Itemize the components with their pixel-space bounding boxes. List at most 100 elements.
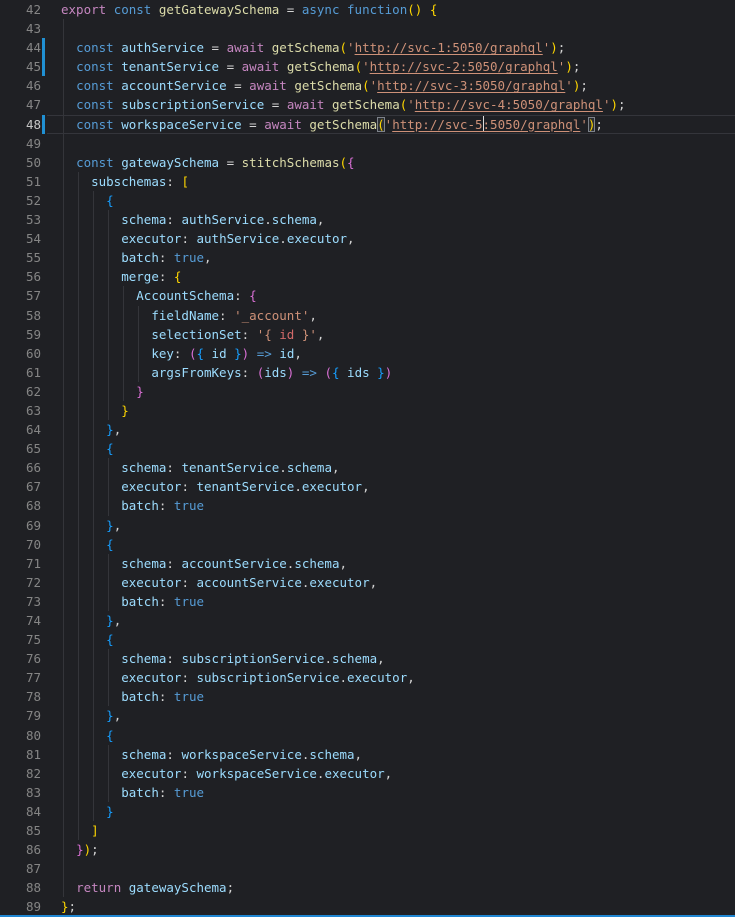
code-line[interactable]: 71 schema: accountService.schema, — [0, 554, 735, 573]
code-line[interactable]: 44 const authService = await getSchema('… — [0, 38, 735, 57]
line-number[interactable]: 74 — [0, 611, 41, 630]
code-line[interactable]: 75 { — [0, 630, 735, 649]
line-number[interactable]: 53 — [0, 210, 41, 229]
code-token: tenantService — [197, 479, 295, 494]
line-number[interactable]: 84 — [0, 802, 41, 821]
code-editor[interactable]: 42export const getGatewaySchema = async … — [0, 0, 735, 917]
code-line[interactable]: 79 }, — [0, 706, 735, 725]
code-line[interactable]: 63 } — [0, 401, 735, 420]
line-number[interactable]: 42 — [0, 0, 41, 19]
code-token: return — [76, 880, 121, 895]
line-number[interactable]: 61 — [0, 363, 41, 382]
line-number[interactable]: 49 — [0, 134, 41, 153]
code-line[interactable]: 82 executor: workspaceService.executor, — [0, 764, 735, 783]
line-number[interactable]: 64 — [0, 420, 41, 439]
line-number[interactable]: 45 — [0, 57, 41, 76]
code-line[interactable]: 86 }); — [0, 840, 735, 859]
line-number[interactable]: 50 — [0, 153, 41, 172]
line-number[interactable]: 73 — [0, 592, 41, 611]
code-line[interactable]: 59 selectionSet: '{ id }', — [0, 325, 735, 344]
code-line[interactable]: 55 batch: true, — [0, 248, 735, 267]
line-number[interactable]: 66 — [0, 458, 41, 477]
line-number[interactable]: 83 — [0, 783, 41, 802]
code-line[interactable]: 73 batch: true — [0, 592, 735, 611]
line-number[interactable]: 81 — [0, 745, 41, 764]
code-line[interactable]: 50 const gatewaySchema = stitchSchemas({ — [0, 153, 735, 172]
code-line[interactable]: 53 schema: authService.schema, — [0, 210, 735, 229]
code-line[interactable]: 67 executor: tenantService.executor, — [0, 477, 735, 496]
code-line[interactable]: 51 subschemas: [ — [0, 172, 735, 191]
code-line[interactable]: 81 schema: workspaceService.schema, — [0, 745, 735, 764]
code-line[interactable]: 74 }, — [0, 611, 735, 630]
line-number[interactable]: 72 — [0, 573, 41, 592]
line-number[interactable]: 77 — [0, 668, 41, 687]
code-line[interactable]: 58 fieldName: '_account', — [0, 306, 735, 325]
code-line[interactable]: 48 const workspaceService = await getSch… — [0, 115, 735, 134]
code-line[interactable]: 64 }, — [0, 420, 735, 439]
line-number[interactable]: 75 — [0, 630, 41, 649]
line-number[interactable]: 62 — [0, 382, 41, 401]
line-number[interactable]: 52 — [0, 191, 41, 210]
line-number[interactable]: 68 — [0, 496, 41, 515]
code-line[interactable]: 52 { — [0, 191, 735, 210]
line-number[interactable]: 67 — [0, 477, 41, 496]
line-number[interactable]: 69 — [0, 516, 41, 535]
code-line[interactable]: 42export const getGatewaySchema = async … — [0, 0, 735, 19]
code-line[interactable]: 83 batch: true — [0, 783, 735, 802]
line-number[interactable]: 79 — [0, 706, 41, 725]
code-line[interactable]: 78 batch: true — [0, 687, 735, 706]
line-number[interactable]: 56 — [0, 267, 41, 286]
line-number[interactable]: 58 — [0, 306, 41, 325]
line-number[interactable]: 85 — [0, 821, 41, 840]
line-number[interactable]: 70 — [0, 535, 41, 554]
code-line[interactable]: 84 } — [0, 802, 735, 821]
code-line[interactable]: 70 { — [0, 535, 735, 554]
code-line[interactable]: 66 schema: tenantService.schema, — [0, 458, 735, 477]
code-line[interactable]: 89}; — [0, 897, 735, 916]
code-line[interactable]: 46 const accountService = await getSchem… — [0, 76, 735, 95]
line-number[interactable]: 47 — [0, 95, 41, 114]
code-line[interactable]: 88 return gatewaySchema; — [0, 878, 735, 897]
code-line[interactable]: 45 const tenantService = await getSchema… — [0, 57, 735, 76]
code-line[interactable]: 69 }, — [0, 516, 735, 535]
code-line[interactable]: 68 batch: true — [0, 496, 735, 515]
code-line[interactable]: 77 executor: subscriptionService.executo… — [0, 668, 735, 687]
line-number[interactable]: 88 — [0, 878, 41, 897]
line-number[interactable]: 48 — [0, 115, 41, 134]
code-line[interactable]: 54 executor: authService.executor, — [0, 229, 735, 248]
line-number[interactable]: 86 — [0, 840, 41, 859]
line-number[interactable]: 57 — [0, 286, 41, 305]
code-line[interactable]: 43 — [0, 19, 735, 38]
line-number[interactable]: 43 — [0, 19, 41, 38]
line-number[interactable]: 76 — [0, 649, 41, 668]
code-line[interactable]: 87 — [0, 859, 735, 878]
line-number[interactable]: 80 — [0, 726, 41, 745]
code-line[interactable]: 47 const subscriptionService = await get… — [0, 95, 735, 114]
line-number[interactable]: 63 — [0, 401, 41, 420]
code-line[interactable]: 62 } — [0, 382, 735, 401]
line-number[interactable]: 60 — [0, 344, 41, 363]
code-line[interactable]: 76 schema: subscriptionService.schema, — [0, 649, 735, 668]
code-line[interactable]: 85 ] — [0, 821, 735, 840]
line-number[interactable]: 71 — [0, 554, 41, 573]
code-line[interactable]: 72 executor: accountService.executor, — [0, 573, 735, 592]
line-number[interactable]: 89 — [0, 897, 41, 916]
code-line[interactable]: 56 merge: { — [0, 267, 735, 286]
line-number[interactable]: 54 — [0, 229, 41, 248]
line-number[interactable]: 87 — [0, 859, 41, 878]
line-number[interactable]: 65 — [0, 439, 41, 458]
code-token: id — [279, 327, 294, 342]
code-line[interactable]: 57 AccountSchema: { — [0, 286, 735, 305]
line-number[interactable]: 78 — [0, 687, 41, 706]
line-number[interactable]: 82 — [0, 764, 41, 783]
code-line[interactable]: 49 — [0, 134, 735, 153]
line-number[interactable]: 44 — [0, 38, 41, 57]
line-number[interactable]: 51 — [0, 172, 41, 191]
code-line[interactable]: 80 { — [0, 726, 735, 745]
code-line[interactable]: 65 { — [0, 439, 735, 458]
code-line[interactable]: 61 argsFromKeys: (ids) => ({ ids }) — [0, 363, 735, 382]
line-number[interactable]: 59 — [0, 325, 41, 344]
code-line[interactable]: 60 key: ({ id }) => id, — [0, 344, 735, 363]
line-number[interactable]: 55 — [0, 248, 41, 267]
line-number[interactable]: 46 — [0, 76, 41, 95]
